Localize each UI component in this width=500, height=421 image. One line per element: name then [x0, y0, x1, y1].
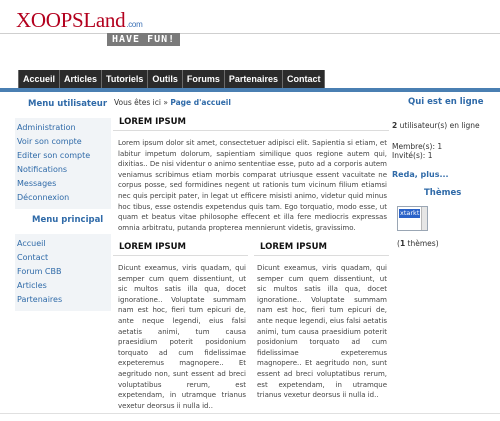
main-nav: Accueil Articles Tutoriels Outils Forums… — [18, 70, 326, 88]
logo-suffix: .com — [126, 20, 143, 29]
themes-count-label: thèmes — [407, 239, 436, 248]
user-menu-administration[interactable]: Administration — [17, 121, 111, 135]
themes-count: (1 thèmes) — [397, 239, 439, 248]
themes-scrollbar[interactable] — [421, 207, 427, 230]
main-menu-partenaires[interactable]: Partenaires — [17, 293, 111, 307]
site-header: XOOPSLand.com HAVE FUN! — [0, 0, 500, 70]
online-count-number: 2 — [392, 121, 398, 130]
user-menu-notifications[interactable]: Notifications — [17, 163, 111, 177]
breadcrumb-current[interactable]: Page d'accueil — [170, 98, 231, 107]
block-title: LOREM IPSUM — [113, 114, 389, 131]
main-menu-contact[interactable]: Contact — [17, 251, 111, 265]
guests-count: Invité(s): 1 — [392, 151, 433, 160]
block-body: Lorem ipsum dolor sit amet, consectetuer… — [118, 139, 387, 232]
breadcrumb: Vous êtes ici » Page d'accueil — [114, 98, 231, 107]
nav-item-contact[interactable]: Contact — [282, 70, 326, 88]
footer-divider — [0, 413, 500, 414]
user-menu-deconnexion[interactable]: Déconnexion — [17, 191, 111, 205]
block-body: Dicunt exeamus, viris quadam, qui semper… — [257, 264, 387, 400]
themes-option-selected[interactable]: xtarkt — [399, 209, 420, 218]
main-menu-accueil[interactable]: Accueil — [17, 237, 111, 251]
block-title: LOREM IPSUM — [254, 239, 389, 256]
members-count: Membre(s): 1 — [392, 142, 443, 151]
nav-item-forums[interactable]: Forums — [182, 70, 225, 88]
main-menu-title: Menu principal — [32, 215, 104, 225]
breadcrumb-prefix: Vous êtes ici — [114, 98, 161, 107]
nav-item-accueil[interactable]: Accueil — [18, 70, 61, 88]
themes-title: Thèmes — [424, 188, 462, 198]
breadcrumb-separator: » — [163, 98, 168, 107]
online-count-label: utilisateur(s) en ligne — [399, 121, 480, 130]
main-menu-forum-cbb[interactable]: Forum CBB — [17, 265, 111, 279]
logo-text: XOOPSLand — [16, 8, 126, 32]
nav-item-outils[interactable]: Outils — [148, 70, 183, 88]
left-sidebar: Menu utilisateur Administration Voir son… — [15, 92, 111, 410]
user-menu-list: Administration Voir son compte Editer so… — [15, 118, 111, 209]
main-menu-list: Accueil Contact Forum CBB Articles Parte… — [15, 234, 111, 311]
who-online-title: Qui est en ligne — [408, 97, 484, 107]
tagline: HAVE FUN! — [107, 33, 181, 46]
right-sidebar: Qui est en ligne 2 utilisateur(s) en lig… — [389, 92, 500, 410]
main-content: Vous êtes ici » Page d'accueil LOREM IPS… — [113, 92, 389, 410]
nav-item-tutoriels[interactable]: Tutoriels — [102, 70, 149, 88]
content-block-right: LOREM IPSUM Dicunt exeamus, viris quadam… — [254, 239, 389, 399]
content-block-main: LOREM IPSUM Lorem ipsum dolor sit amet, … — [113, 114, 389, 236]
header-rule — [0, 33, 500, 34]
user-menu-title: Menu utilisateur — [28, 99, 108, 109]
themes-count-number: 1 — [399, 239, 406, 248]
nav-item-articles[interactable]: Articles — [60, 70, 103, 88]
content-block-left: LOREM IPSUM Dicunt exeamus, viris quadam… — [113, 239, 248, 410]
nav-item-partenaires[interactable]: Partenaires — [224, 70, 283, 88]
user-menu-editer-compte[interactable]: Editer son compte — [17, 149, 111, 163]
block-title: LOREM IPSUM — [113, 239, 248, 256]
online-count: 2 utilisateur(s) en ligne — [392, 121, 480, 130]
online-users-link[interactable]: Reda, plus... — [392, 170, 449, 179]
user-menu-messages[interactable]: Messages — [17, 177, 111, 191]
user-menu-voir-compte[interactable]: Voir son compte — [17, 135, 111, 149]
block-body: Dicunt exeamus, viris quadam, qui semper… — [118, 264, 246, 410]
themes-select[interactable]: xtarkt — [397, 206, 428, 231]
main-menu-articles[interactable]: Articles — [17, 279, 111, 293]
